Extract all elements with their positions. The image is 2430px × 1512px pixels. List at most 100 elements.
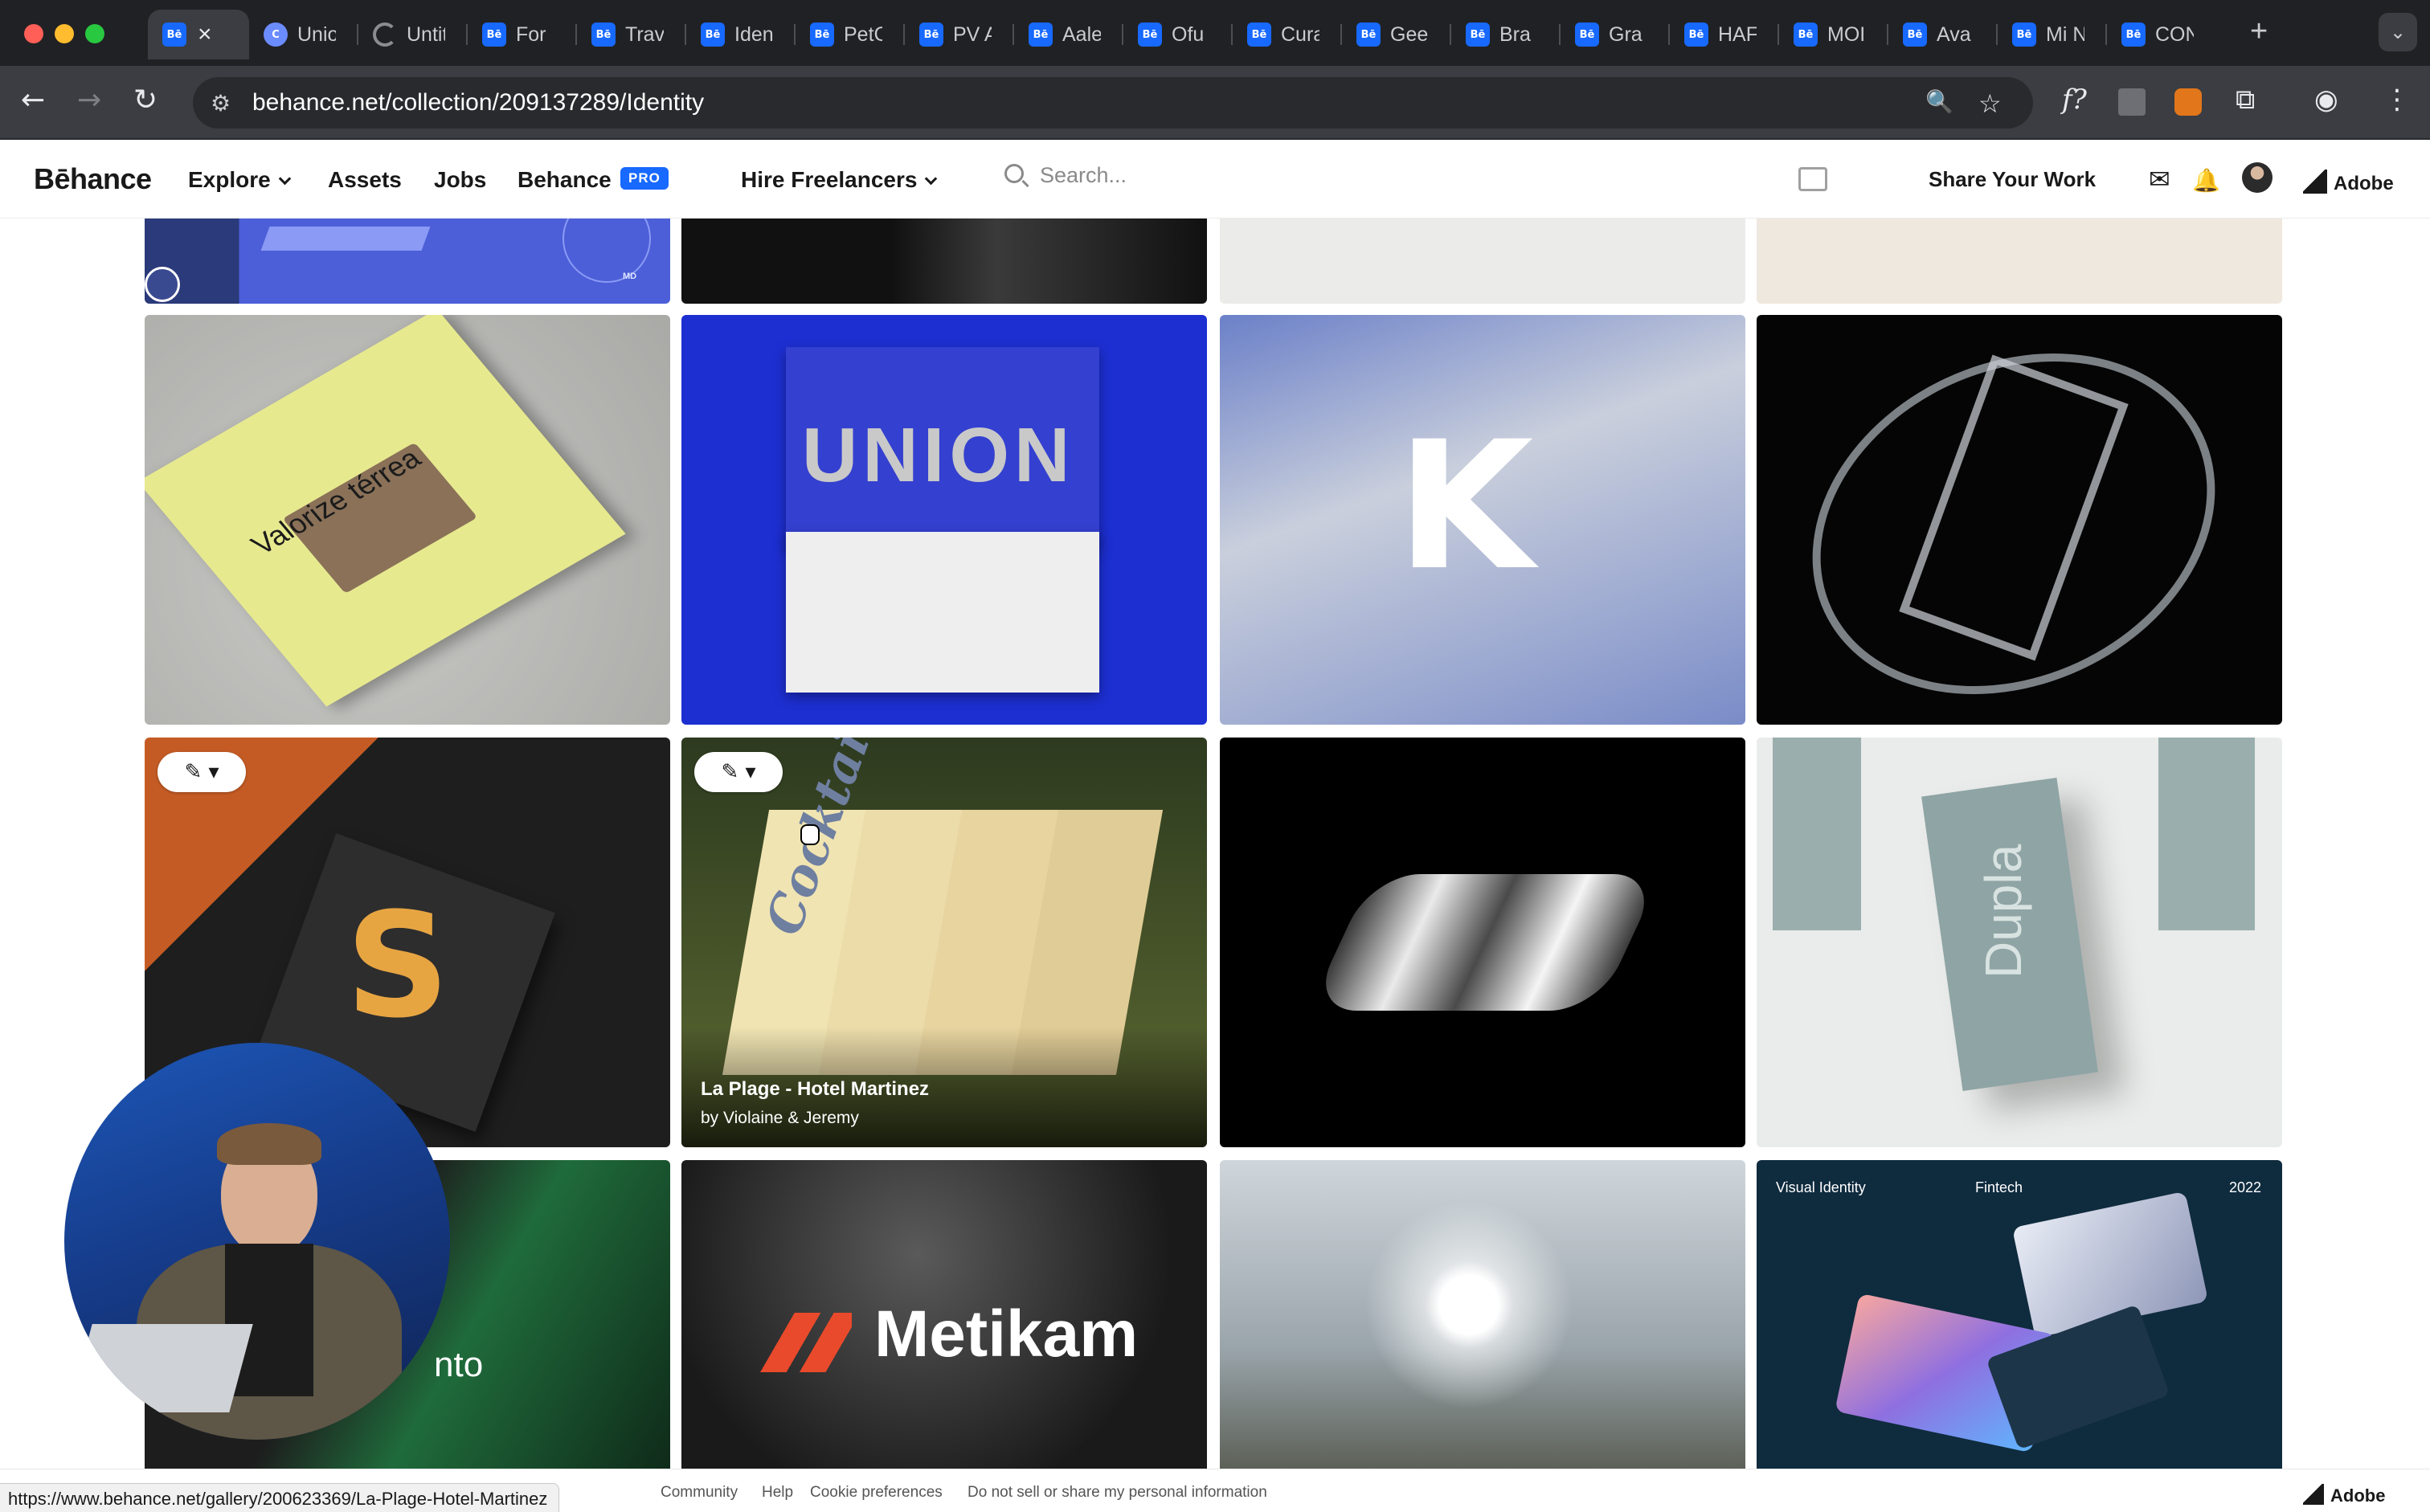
new-tab-button[interactable]: +: [2250, 14, 2268, 49]
behance-favicon-icon: Bē: [162, 22, 186, 47]
minimize-window-button[interactable]: [55, 24, 74, 43]
project-title[interactable]: La Plage - Hotel Martinez: [701, 1078, 929, 1101]
nav-hire-freelancers[interactable]: Hire Freelancers: [741, 167, 938, 193]
tab-title: CON: [2155, 22, 2194, 46]
behance-favicon-icon: Bē: [2121, 22, 2146, 47]
tab[interactable]: Bē Gra: [1561, 10, 1670, 59]
owner-avatar[interactable]: [145, 267, 180, 302]
project-card[interactable]: [1757, 219, 2282, 304]
reload-button[interactable]: ↻: [133, 84, 158, 116]
tab[interactable]: Bē HAF: [1670, 10, 1779, 59]
edit-project-button[interactable]: ✎ ▾: [694, 752, 783, 792]
back-button[interactable]: ←: [21, 84, 45, 116]
tab-title: Mi N: [2046, 22, 2084, 46]
nav-jobs[interactable]: Jobs: [434, 167, 486, 193]
tab[interactable]: Bē MOI: [1779, 10, 1888, 59]
tab[interactable]: Bē For: [468, 10, 577, 59]
edit-project-button[interactable]: ✎ ▾: [158, 752, 246, 792]
close-icon[interactable]: ×: [198, 21, 212, 48]
tab[interactable]: Bē Ava: [1888, 10, 1998, 59]
adobe-link[interactable]: Adobe: [2303, 166, 2394, 195]
tab[interactable]: Bē Bra: [1451, 10, 1561, 59]
tab-title: Iden: [734, 22, 773, 46]
bookmark-star-icon[interactable]: ☆: [1978, 88, 2002, 119]
font-extension-icon[interactable]: f?: [2062, 84, 2087, 116]
close-window-button[interactable]: [24, 24, 43, 43]
project-card[interactable]: Visual Identity Fintech 2022: [1757, 1160, 2282, 1469]
behance-favicon-icon: Bē: [1247, 22, 1271, 47]
footer-link-community[interactable]: Community: [661, 1484, 738, 1502]
project-owner[interactable]: by Violaine & Jeremy: [701, 1109, 859, 1128]
behance-favicon-icon: Bē: [1138, 22, 1162, 47]
tab-title: Trav: [625, 22, 664, 46]
tab-title: Unio: [297, 22, 336, 46]
footer-link-help[interactable]: Help: [762, 1484, 793, 1502]
tab[interactable]: Bē Cura: [1233, 10, 1342, 59]
behance-favicon-icon: Bē: [1466, 22, 1490, 47]
tab[interactable]: C Unio: [249, 10, 358, 59]
bell-icon[interactable]: 🔔: [2192, 167, 2220, 194]
zoom-window-button[interactable]: [85, 24, 104, 43]
tab[interactable]: Bē Aale: [1014, 10, 1123, 59]
project-card[interactable]: [681, 219, 1207, 304]
project-card[interactable]: [1220, 219, 1745, 304]
metamask-extension-icon[interactable]: [2174, 88, 2202, 116]
profile-icon[interactable]: ◉: [2314, 84, 2338, 116]
search-input[interactable]: [1040, 159, 1329, 191]
project-card[interactable]: [1757, 315, 2282, 725]
project-card[interactable]: Dupla: [1757, 738, 2282, 1147]
project-card[interactable]: MD: [145, 219, 670, 304]
behance-logo[interactable]: Bēhance: [34, 162, 152, 196]
tab[interactable]: Bē Trav: [577, 10, 686, 59]
project-card[interactable]: UNION: [681, 315, 1207, 725]
nav-explore[interactable]: Explore: [188, 167, 291, 193]
tab[interactable]: Bē CON: [2107, 10, 2216, 59]
tab-search-chevron-icon[interactable]: ⌄: [2379, 13, 2417, 51]
footer-adobe-link[interactable]: Adobe: [2303, 1481, 2385, 1506]
extension-icon[interactable]: [2118, 88, 2146, 116]
tab-strip: Bē × C Unio Untit Bē For Bē Trav Bē Iden Bē…: [148, 10, 2216, 59]
tab[interactable]: Bē Ofu: [1123, 10, 1233, 59]
share-your-work-button[interactable]: Share Your Work: [1929, 167, 2096, 192]
browser-menu-icon[interactable]: ⋮: [2383, 84, 2411, 116]
footer-adobe-label: Adobe: [2330, 1485, 2386, 1506]
tab[interactable]: Bē PetC: [796, 10, 905, 59]
tab[interactable]: Untit: [358, 10, 468, 59]
tab-active[interactable]: Bē ×: [148, 10, 249, 59]
behance-favicon-icon: Bē: [1575, 22, 1599, 47]
behance-favicon-icon: Bē: [482, 22, 506, 47]
tab[interactable]: Bē PV A: [905, 10, 1014, 59]
pro-badge[interactable]: PRO: [620, 167, 669, 190]
tab-title: For: [516, 22, 546, 46]
extensions-puzzle-icon[interactable]: ⧉: [2236, 84, 2255, 116]
avatar[interactable]: [2242, 162, 2272, 193]
behance-favicon-icon: Bē: [1794, 22, 1818, 47]
tab[interactable]: Bē Iden: [686, 10, 796, 59]
tab[interactable]: Bē Mi N: [1998, 10, 2107, 59]
project-card[interactable]: K: [1220, 315, 1745, 725]
url-text[interactable]: behance.net/collection/209137289/Identit…: [252, 89, 704, 116]
project-card[interactable]: Cocktails La Plage - Hotel Martinez by V…: [681, 738, 1207, 1147]
zoom-icon[interactable]: 🔍: [1925, 88, 1953, 115]
nav-assets[interactable]: Assets: [328, 167, 402, 193]
nav-behance-pro[interactable]: Behance: [518, 167, 612, 193]
forward-button[interactable]: →: [77, 84, 101, 116]
search-box[interactable]: [1004, 159, 1342, 196]
address-bar[interactable]: ⚙ behance.net/collection/209137289/Ident…: [193, 77, 2033, 129]
behance-favicon-icon: Bē: [701, 22, 725, 47]
footer-link-do-not-sell[interactable]: Do not sell or share my personal informa…: [968, 1484, 1267, 1502]
image-search-icon[interactable]: [1798, 167, 1827, 191]
project-card[interactable]: [1220, 1160, 1745, 1469]
mail-icon[interactable]: ✉: [2149, 164, 2170, 194]
behance-favicon-icon: Bē: [1684, 22, 1708, 47]
hand-cursor-icon: [800, 824, 820, 845]
tab[interactable]: Bē Gee: [1342, 10, 1451, 59]
tab-title: Gee: [1390, 22, 1429, 46]
behance-favicon-icon: Bē: [1356, 22, 1381, 47]
project-card[interactable]: Valorize térrea: [145, 315, 670, 725]
site-info-icon[interactable]: ⚙: [211, 90, 231, 116]
project-card[interactable]: Metikam: [681, 1160, 1207, 1469]
tab-title: Cura: [1281, 22, 1319, 46]
footer-link-cookie-preferences[interactable]: Cookie preferences: [810, 1484, 943, 1502]
project-card[interactable]: [1220, 738, 1745, 1147]
